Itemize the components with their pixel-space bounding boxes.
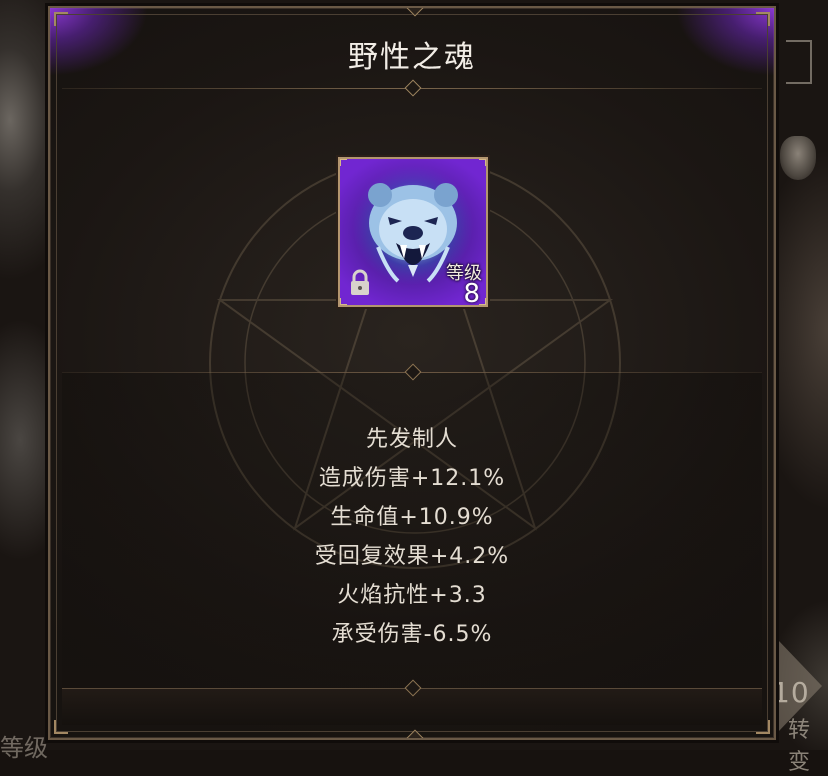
item-detail-dialog: 野性之魂 等级 8 先发制人 造成伤害+12.1% 生命值+10.9% 受回复效… bbox=[48, 6, 776, 740]
background-label-left: 等级 bbox=[0, 734, 48, 762]
dialog-title: 野性之魂 bbox=[348, 40, 476, 75]
stat-line: 生命值+10.9% bbox=[330, 505, 494, 530]
divider-gem-icon bbox=[404, 79, 422, 97]
icon-frame-corner bbox=[340, 298, 347, 305]
lock-icon bbox=[351, 269, 369, 295]
stat-line: 火焰抗性+3.3 bbox=[337, 583, 487, 608]
stats-list: 先发制人 造成伤害+12.1% 生命值+10.9% 受回复效果+4.2% 火焰抗… bbox=[50, 420, 774, 654]
stat-line: 受回复效果+4.2% bbox=[314, 544, 510, 569]
stat-line: 承受伤害-6.5% bbox=[331, 622, 493, 647]
stat-line: 造成伤害+12.1% bbox=[318, 466, 506, 491]
fullscreen-bracket-icon[interactable] bbox=[786, 40, 812, 84]
character-emblem-icon[interactable] bbox=[780, 136, 816, 180]
item-icon-frame[interactable]: 等级 8 bbox=[338, 157, 488, 307]
level-value: 8 bbox=[463, 279, 480, 307]
frame-gem-icon bbox=[406, 729, 424, 738]
frame-corner bbox=[756, 12, 770, 26]
stat-line: 先发制人 bbox=[365, 427, 458, 452]
frame-gem-icon bbox=[406, 8, 424, 17]
frame-corner bbox=[54, 12, 68, 26]
icon-frame-corner bbox=[340, 159, 347, 166]
icon-frame-corner bbox=[479, 298, 486, 305]
icon-frame-corner bbox=[479, 159, 486, 166]
background-number: 10 bbox=[772, 676, 810, 709]
background-label-right: 转变 bbox=[788, 718, 811, 775]
